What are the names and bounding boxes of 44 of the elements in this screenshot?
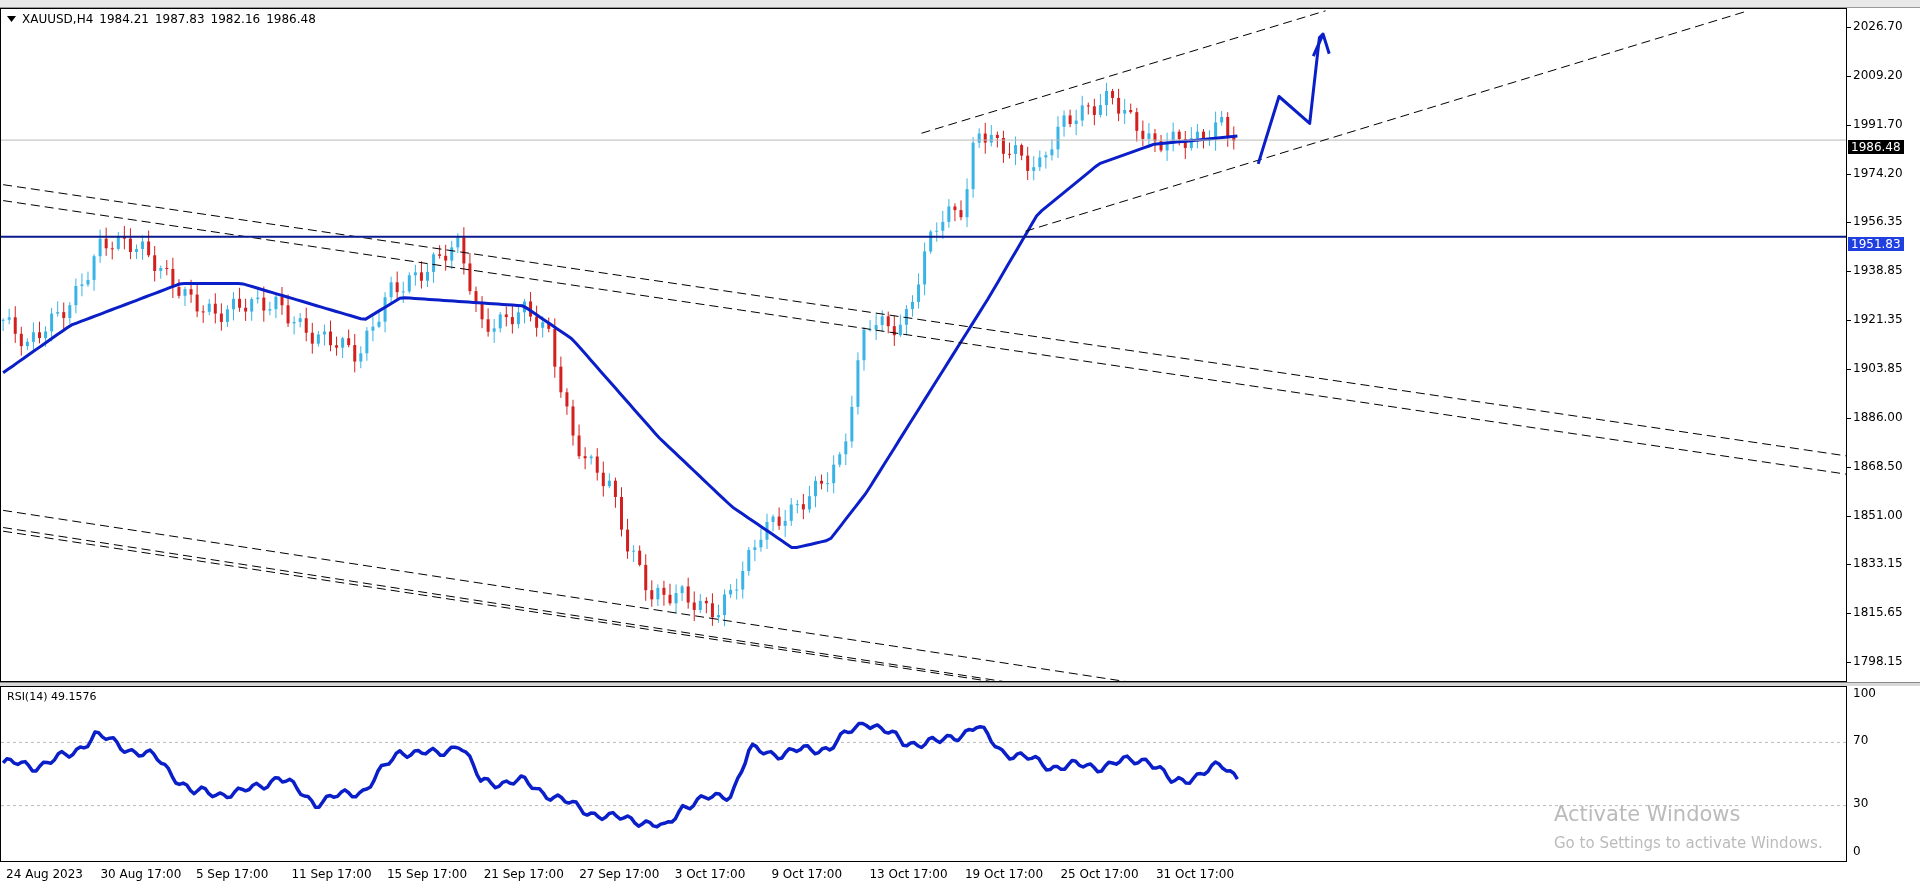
price-axis-label: 1956.35 (1853, 214, 1903, 229)
horizontal-line[interactable] (1, 235, 1846, 238)
dropdown-triangle-icon[interactable] (7, 16, 16, 22)
time-axis-label: 21 Sep 17:00 (483, 867, 564, 881)
price-axis-label: 1903.85 (1853, 360, 1903, 375)
time-axis-label: 15 Sep 17:00 (386, 867, 468, 881)
activation-title: Activate Windows (1554, 802, 1742, 826)
time-axis-label: 19 Oct 17:00 (964, 867, 1044, 881)
ohlc-value: 1982.16 (210, 12, 261, 26)
price-axis-label: 1868.50 (1853, 458, 1903, 473)
time-axis-label: 5 Sep 17:00 (195, 867, 269, 881)
time-axis-label: 30 Aug 17:00 (100, 867, 182, 881)
price-axis-label: 1974.20 (1853, 165, 1903, 180)
trend-line[interactable] (921, 10, 1327, 134)
ohlc-value: 1987.83 (154, 12, 205, 26)
price-axis-label: 1815.65 (1853, 605, 1903, 620)
activation-subtitle: Go to Settings to activate Windows. (1554, 834, 1823, 852)
time-axis-label: 27 Sep 17:00 (579, 867, 660, 881)
time-axis-label: 31 Oct 17:00 (1155, 867, 1235, 881)
price-axis-label: 1991.70 (1853, 116, 1903, 131)
rsi-axis-label: 70 (1853, 733, 1869, 747)
ohlc-value: 1984.21 (99, 12, 149, 26)
ohlc-value: 1986.48 (266, 12, 316, 26)
rsi-label: RSI(14) 49.1576 (7, 690, 97, 703)
price-axis-label: 1833.15 (1853, 556, 1903, 571)
rsi-axis-label: 0 (1853, 844, 1861, 858)
time-axis-label: 9 Oct 17:00 (771, 867, 842, 881)
price-axis-label: 1798.15 (1853, 654, 1903, 669)
symbol-label: XAUUSD,H4 (22, 12, 94, 26)
price-axis-label: 2009.20 (1853, 67, 1903, 82)
price-axis-label: 1938.85 (1853, 263, 1903, 278)
time-axis-label: 11 Sep 17:00 (291, 867, 372, 881)
price-tag: 1951.83 (1848, 237, 1904, 251)
rsi-axis-label: 30 (1853, 796, 1869, 810)
time-axis-label: 3 Oct 17:00 (674, 867, 746, 881)
price-axis-label: 2026.70 (1853, 19, 1903, 33)
price-axis-label: 1886.00 (1853, 409, 1903, 424)
rsi-axis-label: 100 (1853, 686, 1876, 700)
time-axis-label: 13 Oct 17:00 (869, 867, 948, 881)
time-axis-label: 25 Oct 17:00 (1060, 867, 1139, 881)
price-tag: 1986.48 (1848, 140, 1904, 154)
time-axis-label: 24 Aug 2023 (6, 867, 83, 881)
price-axis-label: 1921.35 (1853, 312, 1903, 327)
price-axis-label: 1851.00 (1853, 507, 1903, 522)
